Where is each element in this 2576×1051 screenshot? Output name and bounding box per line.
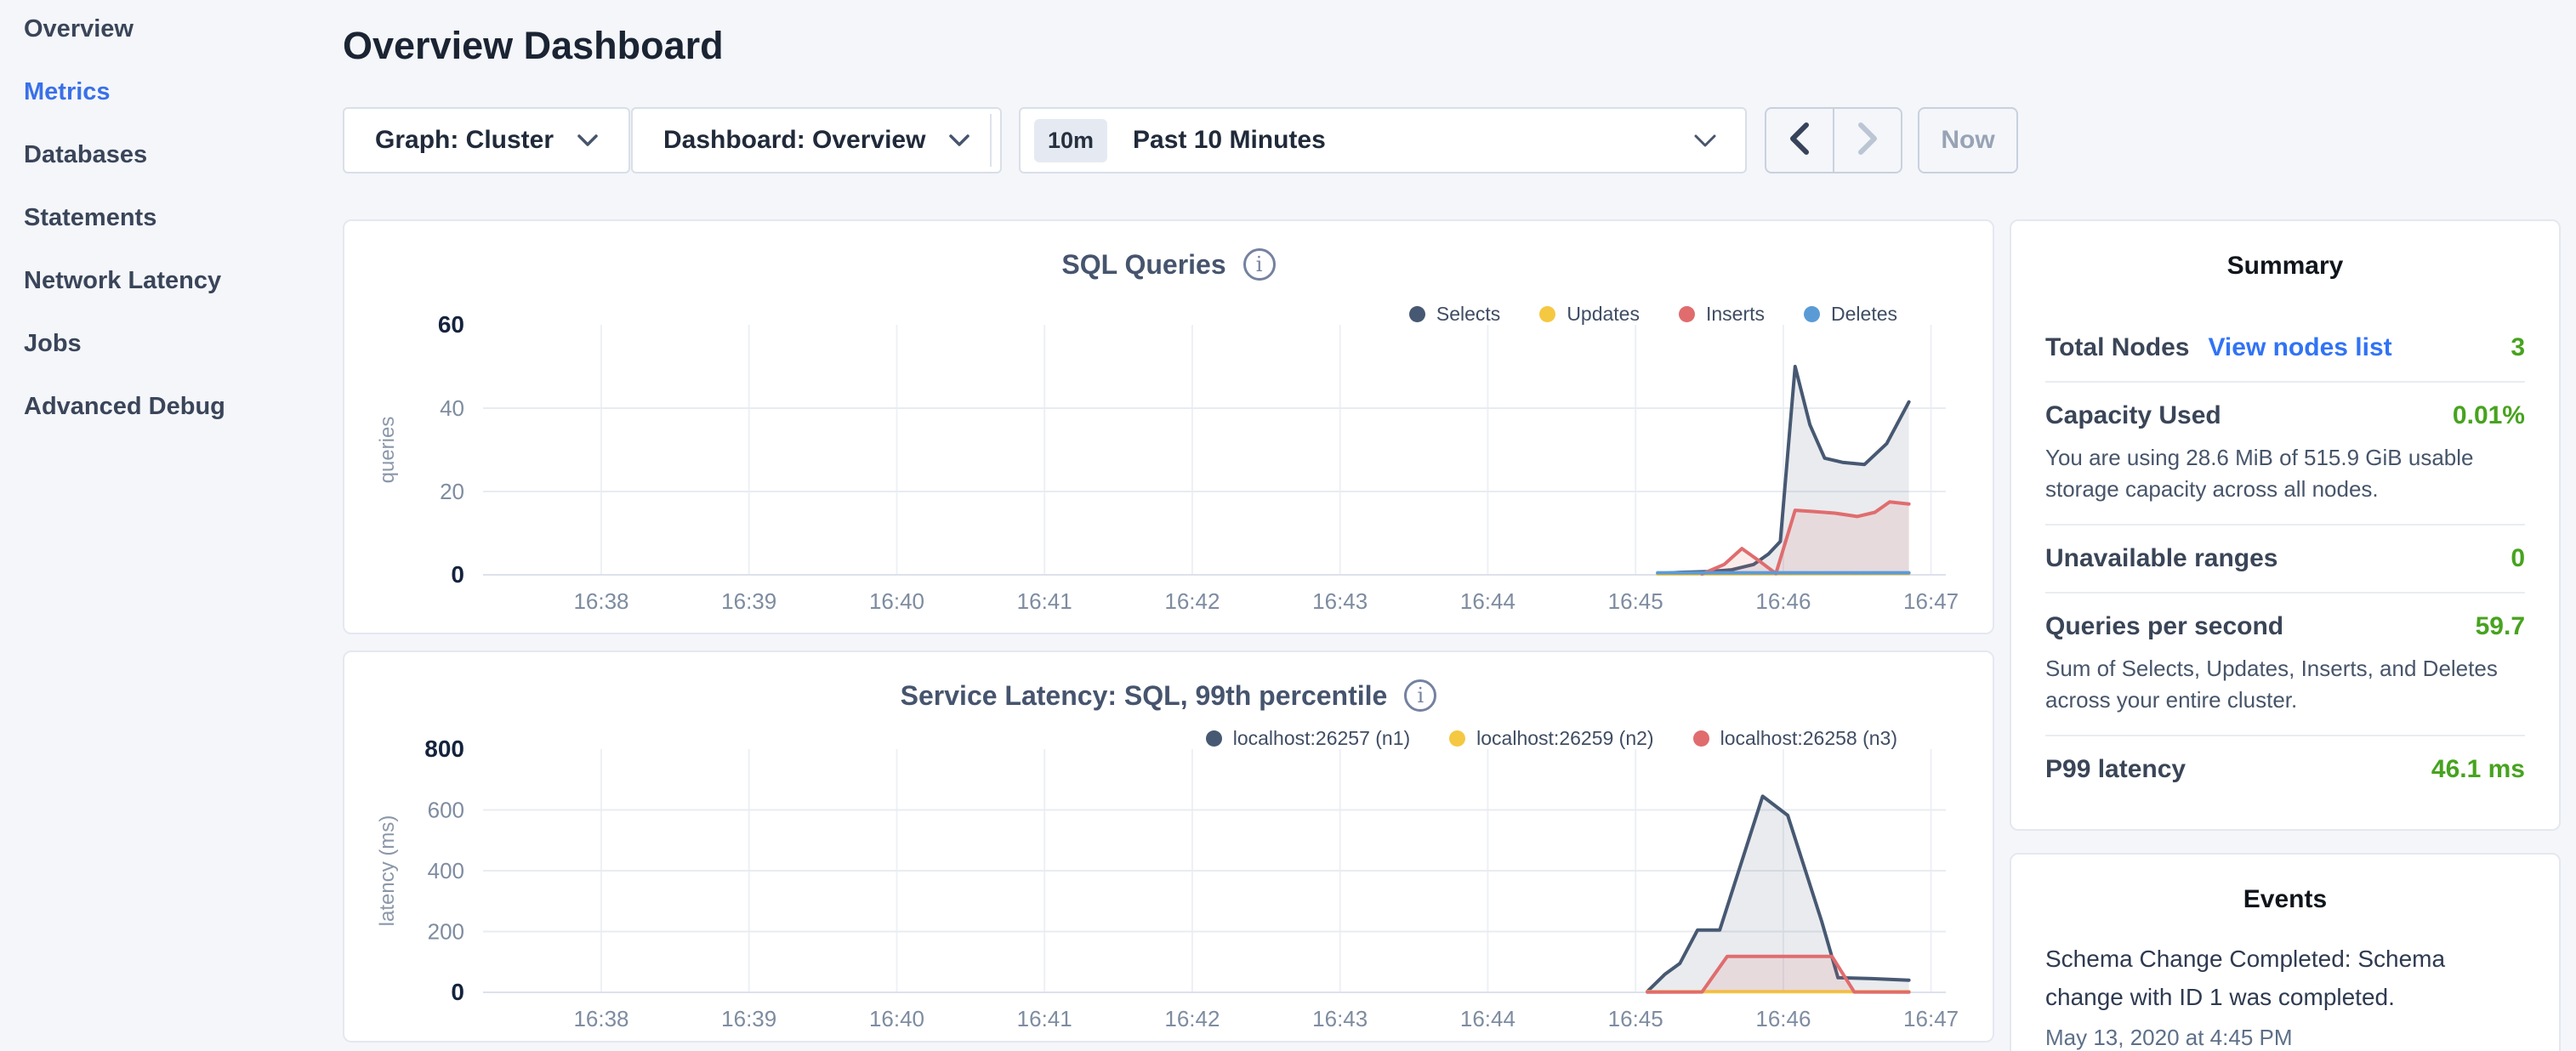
svg-text:0: 0	[451, 561, 464, 588]
time-range-badge: 10m	[1034, 119, 1107, 162]
events-title: Events	[2011, 885, 2559, 914]
summary-row: Unavailable ranges 0	[2045, 526, 2525, 594]
svg-text:16:46: 16:46	[1755, 1006, 1811, 1031]
svg-text:20: 20	[440, 479, 464, 504]
summary-label: Unavailable ranges	[2045, 544, 2277, 573]
event-item: Schema Change Completed: Schema change w…	[2045, 940, 2525, 1051]
info-icon[interactable]: i	[1404, 679, 1436, 712]
service-latency-chart-plot[interactable]: 16:38 16:39 16:40 16:41 16:42 16:43 16:44 16:45…	[368, 737, 1971, 1037]
summary-value: 3	[2511, 333, 2525, 362]
svg-text:16:47: 16:47	[1903, 588, 1959, 614]
svg-text:60: 60	[438, 313, 464, 338]
chevron-down-icon	[577, 134, 598, 146]
summary-value: 0	[2511, 544, 2525, 573]
sidebar-item-advanced-debug[interactable]: Advanced Debug	[24, 393, 330, 421]
event-message: Schema Change Completed: Schema change w…	[2045, 940, 2525, 1016]
db-console-page: Overview Metrics Databases Statements Networ…	[0, 0, 2576, 1051]
time-range-dropdown[interactable]: 10m Past 10 Minutes	[1019, 107, 1747, 173]
now-button[interactable]: Now	[1918, 107, 2018, 173]
svg-text:200: 200	[428, 919, 464, 945]
chevron-right-icon	[1857, 122, 1878, 160]
info-icon[interactable]: i	[1243, 248, 1276, 281]
svg-text:16:47: 16:47	[1903, 1006, 1959, 1031]
event-timestamp: May 13, 2020 at 4:45 PM	[2045, 1025, 2525, 1051]
summary-label: Capacity Used	[2045, 401, 2221, 430]
svg-text:40: 40	[440, 395, 464, 421]
sidebar-item-network-latency[interactable]: Network Latency	[24, 267, 330, 295]
sidebar-item-metrics[interactable]: Metrics	[24, 78, 330, 106]
svg-text:400: 400	[428, 858, 464, 883]
svg-text:16:45: 16:45	[1608, 588, 1663, 614]
svg-text:16:41: 16:41	[1017, 1006, 1072, 1031]
chart-title: SQL Queries	[1061, 249, 1225, 281]
svg-text:16:46: 16:46	[1755, 588, 1811, 614]
summary-value: 59.7	[2476, 612, 2525, 641]
svg-text:16:41: 16:41	[1017, 588, 1072, 614]
sidebar: Overview Metrics Databases Statements Networ…	[24, 15, 330, 456]
summary-subtext: You are using 28.6 MiB of 515.9 GiB usab…	[2045, 442, 2525, 505]
svg-text:16:39: 16:39	[721, 588, 776, 614]
svg-text:600: 600	[428, 798, 464, 823]
sidebar-item-jobs[interactable]: Jobs	[24, 330, 330, 358]
sql-queries-chart-card: SQL Queries i SelectsUpdatesInsertsDelet…	[343, 219, 1994, 634]
svg-text:16:42: 16:42	[1164, 588, 1220, 614]
sidebar-item-databases[interactable]: Databases	[24, 141, 330, 169]
summary-row: Total Nodes View nodes list 3	[2045, 315, 2525, 383]
previous-time-button[interactable]	[1766, 109, 1834, 172]
dashboard-dropdown-label: Dashboard: Overview	[663, 126, 925, 155]
summary-title: Summary	[2011, 252, 2559, 281]
summary-value: 46.1 ms	[2431, 755, 2525, 784]
svg-text:16:39: 16:39	[721, 1006, 776, 1031]
dashboard-dropdown[interactable]: Dashboard: Overview	[631, 107, 1002, 173]
page-title: Overview Dashboard	[343, 24, 724, 68]
graph-dropdown[interactable]: Graph: Cluster	[343, 107, 630, 173]
svg-text:latency (ms): latency (ms)	[376, 815, 399, 927]
summary-row: Queries per second 59.7 Sum of Selects, Up…	[2045, 594, 2525, 736]
events-list: Schema Change Completed: Schema change w…	[2045, 940, 2525, 1051]
chart-title: Service Latency: SQL, 99th percentile	[901, 680, 1388, 712]
view-nodes-list-link[interactable]: View nodes list	[2208, 333, 2391, 362]
summary-value: 0.01%	[2453, 401, 2525, 430]
svg-text:16:40: 16:40	[869, 1006, 924, 1031]
svg-text:16:43: 16:43	[1312, 1006, 1368, 1031]
summary-label: Queries per second	[2045, 612, 2283, 641]
summary-panel: Summary Total Nodes View nodes list 3 Capac…	[2010, 219, 2561, 831]
graph-dropdown-label: Graph: Cluster	[375, 126, 554, 155]
sidebar-item-statements[interactable]: Statements	[24, 204, 330, 232]
svg-text:16:44: 16:44	[1460, 588, 1515, 614]
summary-label: P99 latency	[2045, 755, 2186, 784]
chevron-down-icon	[1694, 134, 1716, 147]
summary-rows: Total Nodes View nodes list 3 Capacity Used…	[2045, 315, 2525, 803]
events-panel: Events Schema Change Completed: Schema c…	[2010, 853, 2561, 1051]
svg-text:16:38: 16:38	[573, 1006, 628, 1031]
chevron-left-icon	[1789, 122, 1810, 160]
chevron-down-icon	[949, 134, 970, 146]
svg-text:800: 800	[424, 737, 464, 762]
svg-text:16:40: 16:40	[869, 588, 924, 614]
svg-text:queries: queries	[376, 417, 399, 484]
summary-row: P99 latency 46.1 ms	[2045, 736, 2525, 803]
sql-queries-chart-plot[interactable]: 16:38 16:39 16:40 16:41 16:42 16:43 16:44 16:45…	[368, 313, 1971, 619]
svg-text:16:44: 16:44	[1460, 1006, 1515, 1031]
svg-text:16:43: 16:43	[1312, 588, 1368, 614]
next-time-button[interactable]	[1834, 109, 1901, 172]
time-step-buttons	[1765, 107, 1902, 173]
svg-text:0: 0	[451, 979, 464, 1005]
svg-text:16:42: 16:42	[1164, 1006, 1220, 1031]
service-latency-chart-card: Service Latency: SQL, 99th percentile i …	[343, 650, 1994, 1042]
time-range-label: Past 10 Minutes	[1133, 126, 1326, 155]
summary-row: Capacity Used 0.01% You are using 28.6 MiB…	[2045, 383, 2525, 526]
sidebar-item-overview[interactable]: Overview	[24, 15, 330, 43]
summary-subtext: Sum of Selects, Updates, Inserts, and De…	[2045, 653, 2525, 716]
toolbar-divider	[990, 114, 992, 167]
svg-text:16:38: 16:38	[573, 588, 628, 614]
svg-text:16:45: 16:45	[1608, 1006, 1663, 1031]
summary-label: Total Nodes	[2045, 333, 2189, 362]
